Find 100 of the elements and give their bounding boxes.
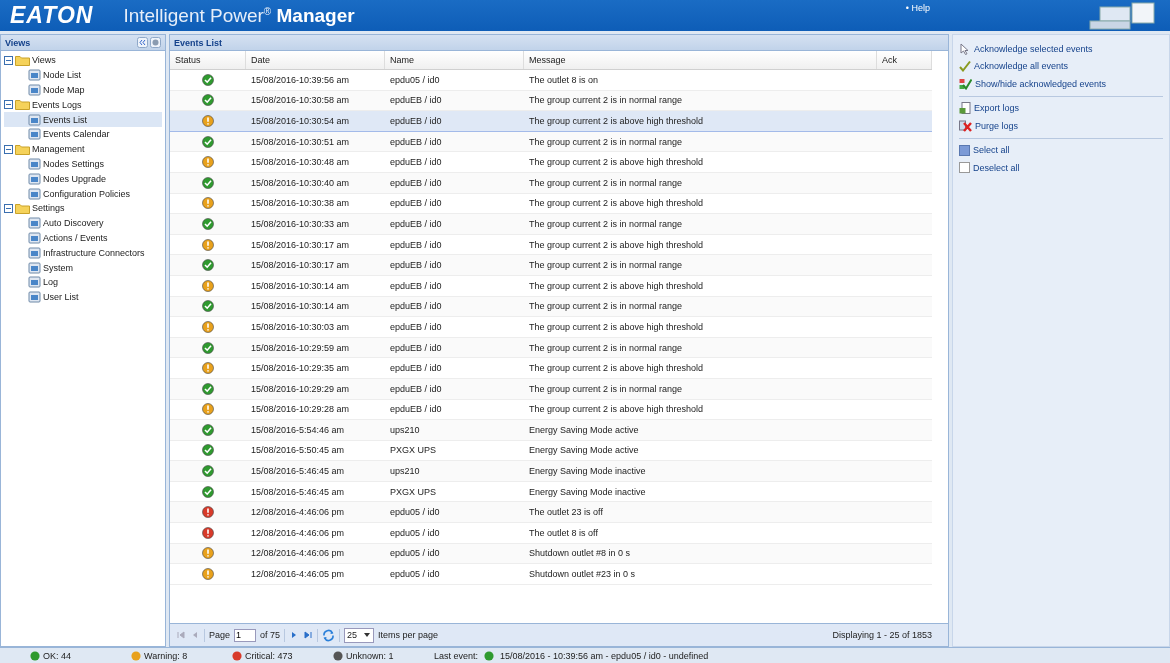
table-cell-text: 15/08/2016-10:30:58 am — [250, 95, 351, 106]
column-header[interactable]: Name — [385, 51, 524, 69]
table-cell-text: Energy Saving Mode inactive — [528, 486, 647, 497]
tree-item[interactable]: Events Calendar — [4, 127, 162, 142]
column-header[interactable]: Message — [524, 51, 877, 69]
collapse-toggle-icon[interactable] — [4, 203, 13, 213]
table-row[interactable]: 15/08/2016-10:30:33 am epduEB / id0 The group current 2 is in normal range — [170, 214, 932, 235]
table-cell-text: epduEB / id0 — [389, 218, 443, 229]
table-row[interactable]: 15/08/2016-5:46:45 am ups210 Energy Saving Mode inactive — [170, 461, 932, 482]
table-cell-text: 15/08/2016-10:30:54 am — [250, 116, 351, 126]
tree-folder[interactable]: Settings — [32, 203, 65, 214]
table-cell-text: 15/08/2016-10:30:17 am — [250, 260, 351, 271]
table-row[interactable]: 15/08/2016-5:54:46 am ups210 Energy Saving Mode active — [170, 420, 932, 441]
table-cell-text: The group current 2 is in normal range — [528, 177, 684, 188]
last-page-icon[interactable] — [303, 630, 314, 640]
table-cell-text: 15/08/2016-10:30:51 am — [250, 136, 351, 147]
tree-item[interactable]: System — [4, 260, 162, 275]
table-row[interactable]: 15/08/2016-10:29:29 am epduEB / id0 The group current 2 is in normal range — [170, 378, 932, 400]
display-count: Displaying 1 - 25 of 1853 — [832, 630, 932, 640]
table-cell-text: The group current 2 is in normal range — [528, 301, 684, 312]
alert-circle-icon — [202, 320, 214, 333]
tree-item[interactable]: Node List — [4, 67, 162, 83]
table-cell-text: The group current 2 is in normal range — [528, 218, 684, 229]
table-row[interactable]: 15/08/2016-10:39:56 am epdu05 / id0 The outlet 8 is on — [170, 70, 932, 91]
page-field[interactable]: 1 — [234, 628, 257, 642]
tree-item[interactable]: Node Map — [4, 82, 162, 98]
table-cell-text: epduEB / id0 — [389, 342, 443, 353]
table-cell-text: 15/08/2016-10:29:29 am — [250, 383, 351, 394]
table-row[interactable]: 15/08/2016-10:30:40 am epduEB / id0 The group current 2 is in normal range — [170, 172, 932, 194]
action-link[interactable]: Acknowledge selected events — [959, 40, 1163, 58]
column-header[interactable]: Ack — [877, 51, 932, 69]
status-dot-icon — [30, 650, 40, 661]
table-row[interactable]: 12/08/2016-4:46:05 pm epdu05 / id0 Shutdown outlet #23 in 0 s — [170, 564, 932, 585]
table-row[interactable]: 15/08/2016-10:30:17 am epduEB / id0 The group current 2 is in normal range — [170, 255, 932, 276]
tree-item[interactable]: Events List — [4, 112, 162, 127]
table-row[interactable]: 15/08/2016-10:30:03 am epduEB / id0 The group current 2 is above high threshold — [170, 317, 932, 338]
alert-circle-icon — [202, 197, 214, 210]
settings-icon[interactable] — [150, 37, 161, 48]
action-link[interactable]: Acknowledge all events — [959, 57, 1163, 75]
help-link[interactable]: • Help — [905, 3, 930, 13]
tree-item[interactable]: Configuration Policies — [4, 186, 162, 201]
check-circle-icon — [202, 341, 214, 354]
table-row[interactable]: 15/08/2016-10:30:54 am epduEB / id0 The group current 2 is above high threshold — [170, 111, 932, 132]
alert-circle-icon — [202, 279, 214, 292]
tree-item[interactable]: Log — [4, 274, 162, 290]
app-title: Intelligent Power$^{®}$ Manager — [123, 4, 355, 27]
column-header[interactable]: Date — [246, 51, 385, 69]
tree-item[interactable]: Auto Discovery — [4, 215, 162, 231]
table-row[interactable]: 15/08/2016-10:29:59 am epduEB / id0 The group current 2 is in normal range — [170, 337, 932, 359]
folder-icon — [15, 143, 30, 155]
tree-item[interactable]: Nodes Settings — [4, 156, 162, 172]
alert-circle-icon — [202, 568, 214, 581]
tree-folder[interactable]: Management — [32, 144, 85, 155]
collapse-icon[interactable] — [137, 37, 148, 48]
per-page-label: Items per page — [378, 630, 439, 640]
action-link[interactable]: Show/hide acknowledged events — [959, 75, 1163, 93]
table-row[interactable]: 15/08/2016-10:29:35 am epduEB / id0 The group current 2 is above high threshold — [170, 358, 932, 379]
tree-folder[interactable]: Views — [32, 55, 56, 66]
table-cell-text: The group current 2 is above high threshold — [528, 198, 705, 209]
collapse-toggle-icon[interactable] — [4, 55, 13, 65]
collapse-toggle-icon[interactable] — [4, 144, 13, 154]
column-header[interactable]: Status — [170, 51, 246, 69]
empty-square-icon — [959, 162, 970, 174]
action-link[interactable]: Export logs — [959, 99, 1163, 117]
table-row[interactable]: 15/08/2016-10:30:58 am epduEB / id0 The group current 2 is in normal range — [170, 90, 932, 112]
action-link[interactable]: Deselect all — [959, 159, 1163, 177]
action-link[interactable]: Select all — [959, 141, 1163, 159]
table-cell-text: epduEB / id0 — [389, 301, 443, 312]
tree-item[interactable]: User List — [4, 289, 162, 305]
table-cell-text: The group current 2 is in normal range — [528, 383, 684, 394]
table-row[interactable]: 15/08/2016-10:30:51 am epduEB / id0 The group current 2 is in normal range — [170, 131, 932, 153]
table-row[interactable]: 15/08/2016-10:30:14 am epduEB / id0 The group current 2 is above high threshold — [170, 275, 932, 297]
table-row[interactable]: 12/08/2016-4:46:06 pm epdu05 / id0 The outlet 23 is off — [170, 502, 932, 524]
node-icon — [28, 172, 41, 185]
table-cell-text: epduEB / id0 — [389, 321, 443, 332]
table-cell-text: Energy Saving Mode active — [528, 445, 640, 456]
count-label: Unknown: 1 — [346, 650, 394, 661]
table-row[interactable]: 12/08/2016-4:46:06 pm epdu05 / id0 Shutdown outlet #8 in 0 s — [170, 543, 932, 565]
tree-item[interactable]: Actions / Events — [4, 230, 162, 246]
table-cell-text: epdu05 / id0 — [389, 74, 441, 85]
folder-icon — [15, 54, 30, 66]
table-row[interactable]: 15/08/2016-10:30:14 am epduEB / id0 The group current 2 is in normal range — [170, 296, 932, 318]
table-cell-text: 15/08/2016-10:29:59 am — [250, 342, 351, 353]
refresh-icon[interactable] — [322, 628, 336, 642]
node-icon — [28, 84, 41, 96]
table-cell-text: 12/08/2016-4:46:06 pm — [250, 527, 346, 538]
tree-item[interactable]: Infrastructure Connectors — [4, 245, 162, 261]
per-page-select[interactable]: 25 — [344, 627, 375, 643]
status-dot-icon — [232, 650, 242, 661]
action-link[interactable]: Purge logs — [959, 117, 1163, 135]
collapse-toggle-icon[interactable] — [4, 100, 13, 110]
node-icon — [28, 128, 41, 141]
table-cell-text: 15/08/2016-10:30:33 am — [250, 218, 351, 229]
tree-item[interactable]: Nodes Upgrade — [4, 171, 162, 187]
table-row[interactable]: 15/08/2016-10:30:48 am epduEB / id0 The group current 2 is above high threshold — [170, 152, 932, 173]
tree-folder[interactable]: Events Logs — [32, 99, 82, 110]
table-cell-text: ups210 — [389, 466, 421, 477]
table-cell-text: The group current 2 is in normal range — [528, 260, 684, 271]
table-row[interactable]: 12/08/2016-4:46:06 pm epdu05 / id0 The outlet 8 is off — [170, 523, 932, 544]
check-circle-icon — [202, 217, 214, 230]
